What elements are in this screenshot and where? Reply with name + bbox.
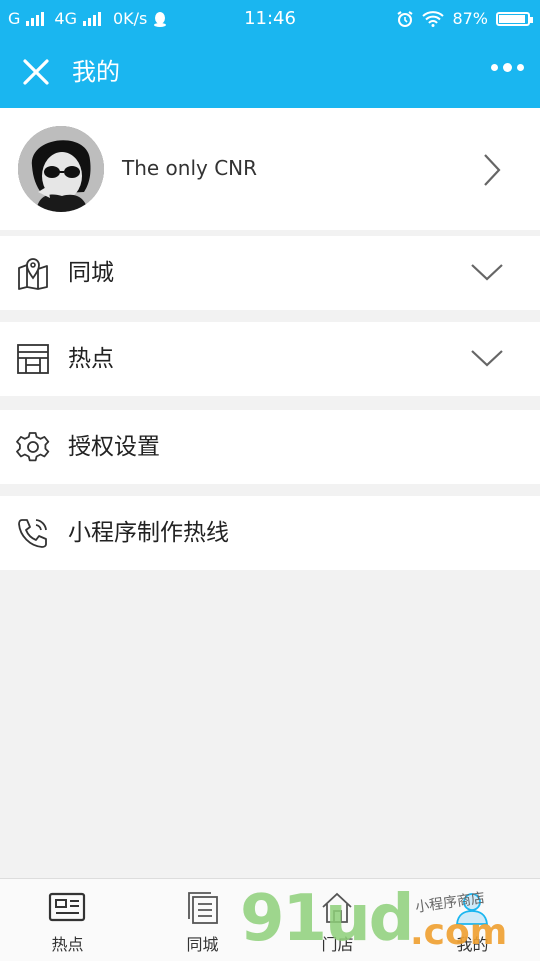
battery-level — [499, 14, 526, 23]
tab-mendian[interactable]: 门店 — [270, 879, 405, 961]
menu-label: 授权设置 — [68, 434, 160, 460]
map-icon — [18, 258, 48, 290]
menu-label: 小程序制作热线 — [68, 520, 229, 546]
tab-label: 门店 — [321, 935, 354, 954]
store-icon — [17, 344, 49, 374]
menu-item-tongcheng[interactable]: 同城 — [0, 236, 540, 310]
battery-icon — [496, 11, 533, 26]
menu-item-redian[interactable]: 热点 — [0, 322, 540, 396]
close-icon[interactable] — [20, 56, 52, 88]
tab-tongcheng[interactable]: 同城 — [135, 879, 270, 961]
phone-icon — [18, 519, 47, 548]
wifi-icon — [422, 10, 445, 27]
tab-label: 我的 — [456, 935, 489, 954]
menu-item-authorization-settings[interactable]: 授权设置 — [0, 410, 540, 484]
profile-card[interactable]: The only CNR — [0, 108, 540, 230]
battery-percent: 87% — [452, 9, 488, 28]
tab-label: 热点 — [51, 935, 84, 954]
chevron-down-icon[interactable] — [470, 348, 504, 368]
bottom-tab-bar: 热点 同城 门店 我的 — [0, 878, 540, 961]
status-bar: G 4G 0K/s 11:46 87% — [0, 0, 540, 36]
alarm-icon — [397, 10, 413, 27]
user-icon — [456, 893, 488, 925]
chevron-down-icon[interactable] — [470, 262, 504, 282]
profile-name: The only CNR — [122, 156, 258, 180]
menu-item-hotline[interactable]: 小程序制作热线 — [0, 496, 540, 570]
tab-redian[interactable]: 热点 — [0, 879, 135, 961]
news-icon — [48, 892, 86, 922]
home-icon — [322, 892, 352, 923]
list-icon — [188, 892, 218, 924]
menu-label: 热点 — [68, 346, 114, 372]
chevron-right-icon — [484, 154, 501, 186]
tab-label: 同城 — [186, 935, 219, 954]
tab-wode[interactable]: 我的 — [405, 879, 540, 961]
nav-bar: 我的 — [0, 36, 540, 108]
status-right: 87% — [396, 9, 533, 28]
gear-icon — [16, 432, 50, 462]
page-title: 我的 — [72, 58, 120, 86]
avatar-image — [18, 126, 104, 212]
more-options-button[interactable] — [491, 63, 524, 72]
menu-label: 同城 — [68, 260, 114, 286]
avatar[interactable] — [18, 126, 104, 212]
